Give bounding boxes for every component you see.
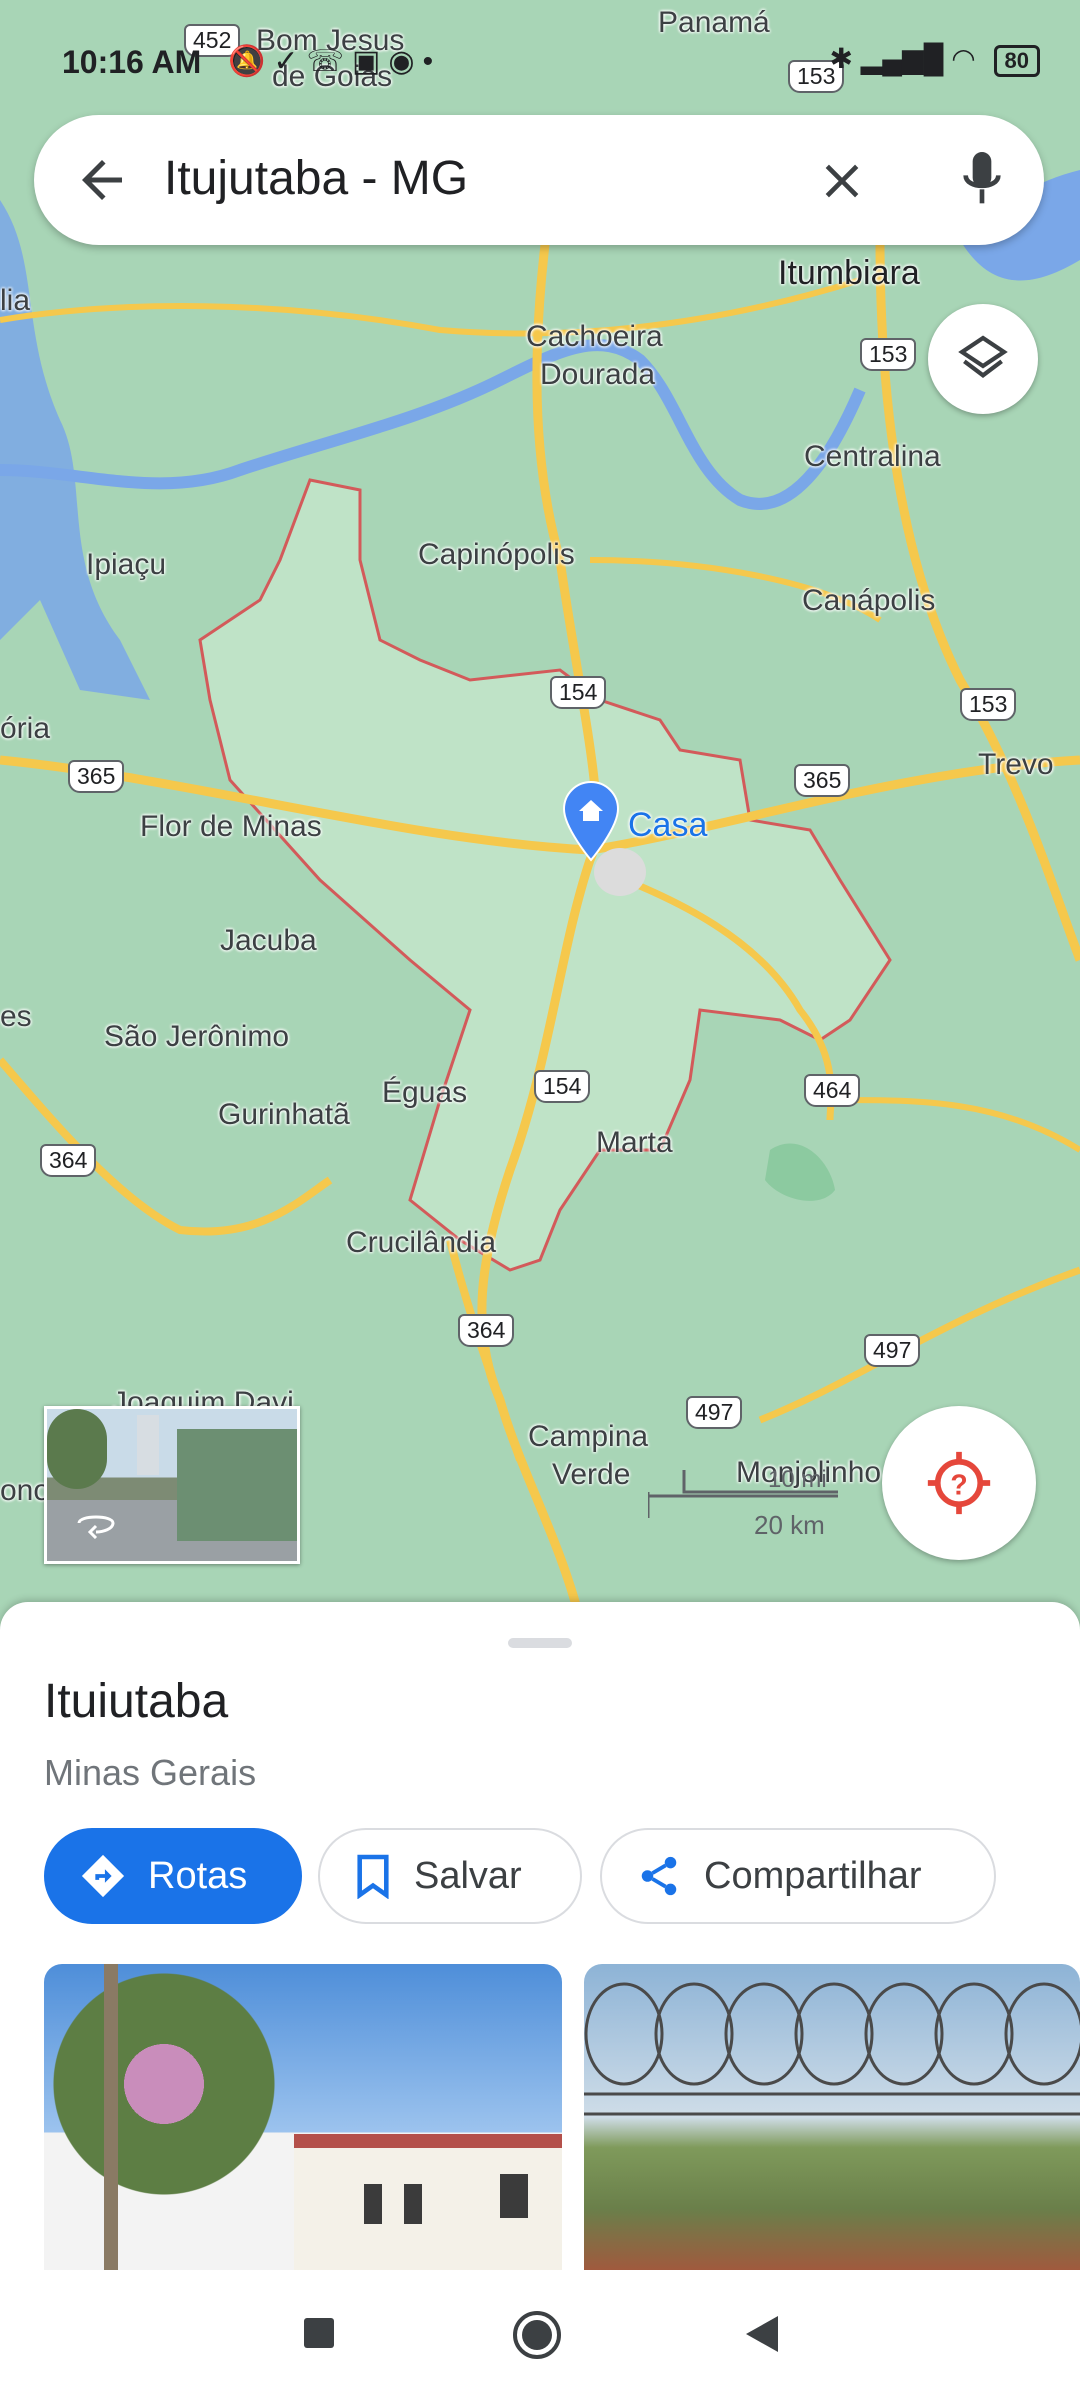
notification-icons: 🔕✓☏▣◉• bbox=[228, 44, 441, 79]
bookmark-icon bbox=[357, 1854, 389, 1899]
status-bar: 10:16 AM 🔕✓☏▣◉• ✱ ▂▄▆█ ◠ 80 bbox=[0, 0, 1080, 120]
map-label: es bbox=[0, 1000, 32, 1033]
map-label: ória bbox=[0, 712, 51, 745]
wifi-icon: ◠ bbox=[951, 43, 976, 74]
directions-label: Rotas bbox=[148, 1854, 248, 1897]
status-time: 10:16 AM bbox=[62, 44, 202, 80]
map-label: Trevo bbox=[978, 748, 1054, 781]
share-icon bbox=[641, 1856, 677, 1896]
place-title: Ituiutaba bbox=[44, 1675, 229, 1728]
my-location-button[interactable]: ? bbox=[882, 1406, 1036, 1560]
map-label: Ipiaçu bbox=[86, 548, 167, 581]
location-unknown-icon: ? bbox=[927, 1451, 991, 1515]
map-label: Crucilândia bbox=[346, 1226, 497, 1259]
map-label: Marta bbox=[596, 1126, 673, 1159]
share-label: Compartilhar bbox=[704, 1854, 922, 1897]
save-button[interactable]: Salvar bbox=[318, 1828, 582, 1924]
road-shield: 364 bbox=[40, 1144, 97, 1177]
place-bottom-sheet[interactable]: Ituiutaba Minas Gerais Rotas Salvar Comp… bbox=[0, 1602, 1080, 2270]
road-shield: 365 bbox=[68, 760, 125, 793]
road-shield: 153 bbox=[860, 338, 917, 371]
road-shield: 464 bbox=[804, 1074, 861, 1107]
layers-button[interactable] bbox=[928, 304, 1038, 414]
battery-icon: 80 bbox=[993, 45, 1040, 77]
back-arrow-icon[interactable] bbox=[72, 150, 132, 210]
map-label: Verde bbox=[552, 1458, 631, 1491]
signal-icon: ▂▄▆█ bbox=[860, 43, 944, 74]
home-icon[interactable] bbox=[512, 2310, 562, 2360]
map-label: Capinópolis bbox=[418, 538, 575, 571]
bluetooth-icon: ✱ bbox=[829, 43, 853, 74]
street-view-thumbnail[interactable] bbox=[44, 1406, 300, 1564]
check-icon: ✓ bbox=[273, 45, 307, 78]
svg-text:?: ? bbox=[950, 1469, 967, 1501]
place-photo[interactable] bbox=[44, 1964, 562, 2270]
chrome-icon: ◉ bbox=[388, 45, 423, 78]
sheet-drag-handle[interactable] bbox=[508, 1638, 572, 1648]
map-scale: 10 mi 20 km bbox=[648, 1466, 838, 1540]
scale-label-km: 20 km bbox=[754, 1510, 825, 1540]
map-label: lia bbox=[0, 284, 31, 317]
road-shield: 497 bbox=[686, 1396, 743, 1429]
map-label: Jacuba bbox=[220, 924, 317, 957]
map-label: Dourada bbox=[540, 358, 656, 391]
map-label-home[interactable]: Casa bbox=[628, 806, 707, 845]
map-label: Centralina bbox=[804, 440, 941, 473]
map-label: São Jerônimo bbox=[104, 1020, 290, 1053]
road-shield: 154 bbox=[534, 1070, 591, 1103]
search-input[interactable]: Itujutaba - MG bbox=[164, 151, 468, 206]
whatsapp-icon: ☏ bbox=[306, 45, 353, 78]
map-label: Éguas bbox=[382, 1076, 468, 1109]
map-label: ono bbox=[0, 1474, 51, 1507]
map-label: Gurinhatã bbox=[218, 1098, 350, 1131]
road-shield: 365 bbox=[794, 764, 851, 797]
weather-icon: ▣ bbox=[352, 45, 389, 78]
directions-icon bbox=[81, 1854, 125, 1898]
barbed-wire-illustration bbox=[584, 1982, 1080, 2116]
scale-label-miles: 10 mi bbox=[768, 1466, 827, 1493]
layers-icon bbox=[958, 335, 1008, 378]
home-pin-icon[interactable] bbox=[562, 780, 620, 862]
place-photo[interactable] bbox=[584, 1964, 1080, 2270]
map-label: Campina bbox=[528, 1420, 649, 1453]
system-navigation-bar bbox=[0, 2270, 1080, 2400]
search-bar[interactable]: Itujutaba - MG bbox=[34, 115, 1044, 245]
road-shield: 364 bbox=[458, 1314, 515, 1347]
back-icon[interactable] bbox=[744, 2314, 780, 2354]
mute-icon: 🔕 bbox=[228, 45, 274, 78]
recents-icon[interactable] bbox=[302, 2316, 336, 2350]
map-view[interactable]: Panamá Bom Jesus de Goiás Itumbiara Cach… bbox=[0, 0, 1080, 1620]
place-subtitle: Minas Gerais bbox=[44, 1752, 257, 1793]
system-icons: ✱ ▂▄▆█ ◠ 80 bbox=[830, 42, 1040, 77]
microphone-icon[interactable] bbox=[954, 147, 1010, 213]
map-label: Canápolis bbox=[802, 584, 936, 617]
directions-button[interactable]: Rotas bbox=[44, 1828, 302, 1924]
map-label: Cachoeira bbox=[526, 320, 663, 353]
share-button[interactable]: Compartilhar bbox=[600, 1828, 996, 1924]
road-shield: 154 bbox=[550, 676, 607, 709]
save-label: Salvar bbox=[414, 1854, 522, 1897]
more-dot-icon: • bbox=[422, 45, 442, 78]
map-label: Itumbiara bbox=[778, 254, 920, 292]
road-shield: 153 bbox=[960, 688, 1017, 721]
road-shield: 497 bbox=[864, 1334, 921, 1367]
street-view-rotate-icon bbox=[77, 1515, 115, 1539]
close-icon[interactable] bbox=[814, 153, 870, 209]
map-label: Flor de Minas bbox=[140, 810, 322, 843]
